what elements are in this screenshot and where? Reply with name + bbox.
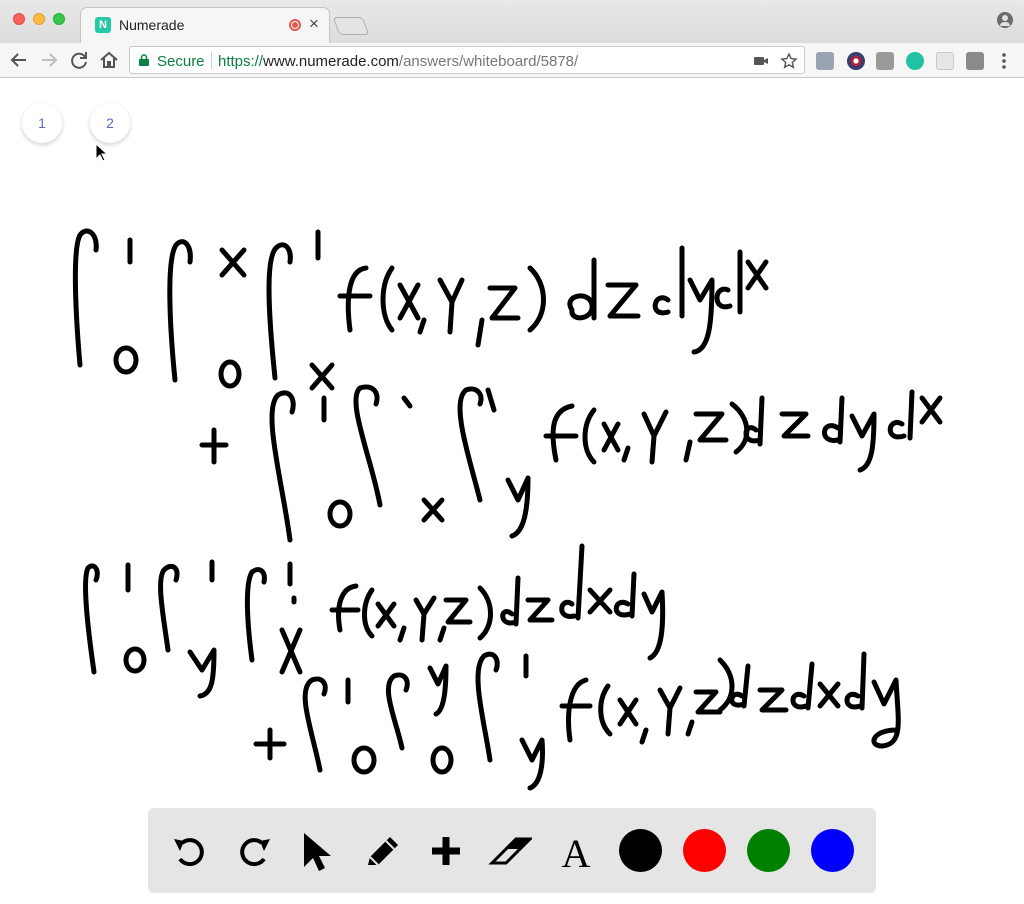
color-green-swatch[interactable]	[747, 829, 790, 872]
extension-flag-icon[interactable]	[847, 52, 865, 70]
pencil-icon[interactable]	[360, 829, 404, 873]
ink-line-1	[72, 228, 769, 391]
url-path: /answers/whiteboard/5878/	[398, 53, 579, 70]
color-black-swatch[interactable]	[619, 829, 662, 872]
undo-icon[interactable]	[168, 829, 212, 873]
extension-box-icon[interactable]	[966, 52, 984, 70]
recording-indicator-icon	[289, 19, 301, 31]
minimize-window-button[interactable]	[33, 13, 45, 25]
ink-line-3	[83, 543, 666, 699]
tab-close-icon[interactable]: ×	[309, 14, 319, 34]
close-window-button[interactable]	[13, 13, 25, 25]
url-scheme: https://	[218, 53, 264, 70]
svg-text:A: A	[562, 831, 591, 873]
browser-toolbar: Secure https://www.numerade.com/answers/…	[0, 43, 1024, 78]
text-icon[interactable]: A	[554, 829, 598, 873]
lock-icon	[139, 54, 149, 66]
ink-line-4	[253, 651, 901, 791]
forward-arrow-icon[interactable]	[37, 48, 61, 72]
window-titlebar: N Numerade ×	[0, 0, 1024, 43]
extension-puzzle-icon[interactable]	[816, 52, 834, 70]
camera-icon[interactable]	[752, 52, 770, 70]
drawing-toolbar: A	[148, 808, 876, 893]
more-vertical-icon[interactable]	[996, 52, 1012, 70]
eraser-icon[interactable]	[488, 829, 532, 873]
url-text[interactable]: https://www.numerade.com/answers/whitebo…	[218, 53, 578, 70]
browser-tab[interactable]: N Numerade ×	[80, 7, 330, 43]
ink-line-2	[199, 384, 943, 543]
whiteboard-canvas[interactable]	[0, 79, 1024, 904]
address-bar[interactable]: Secure https://www.numerade.com/answers/…	[129, 46, 805, 74]
new-tab-button[interactable]	[332, 17, 370, 35]
plus-icon[interactable]	[424, 829, 468, 873]
home-icon[interactable]	[97, 48, 121, 72]
numerade-favicon-icon: N	[95, 17, 111, 33]
extension-notes-icon[interactable]	[936, 52, 954, 70]
color-red-swatch[interactable]	[683, 829, 726, 872]
secure-label: Secure	[157, 53, 205, 70]
extension-m-icon[interactable]	[906, 52, 924, 70]
url-host: www.numerade.com	[263, 53, 399, 70]
back-arrow-icon[interactable]	[7, 48, 31, 72]
tab-title: Numerade	[119, 17, 185, 33]
url-separator	[211, 52, 212, 69]
star-icon[interactable]	[780, 52, 798, 70]
profile-icon[interactable]	[997, 12, 1013, 28]
redo-icon[interactable]	[232, 829, 276, 873]
zoom-window-button[interactable]	[53, 13, 65, 25]
pointer-icon[interactable]	[296, 829, 340, 873]
extension-k-icon[interactable]	[876, 52, 894, 70]
reload-icon[interactable]	[67, 48, 91, 72]
color-blue-swatch[interactable]	[811, 829, 854, 872]
